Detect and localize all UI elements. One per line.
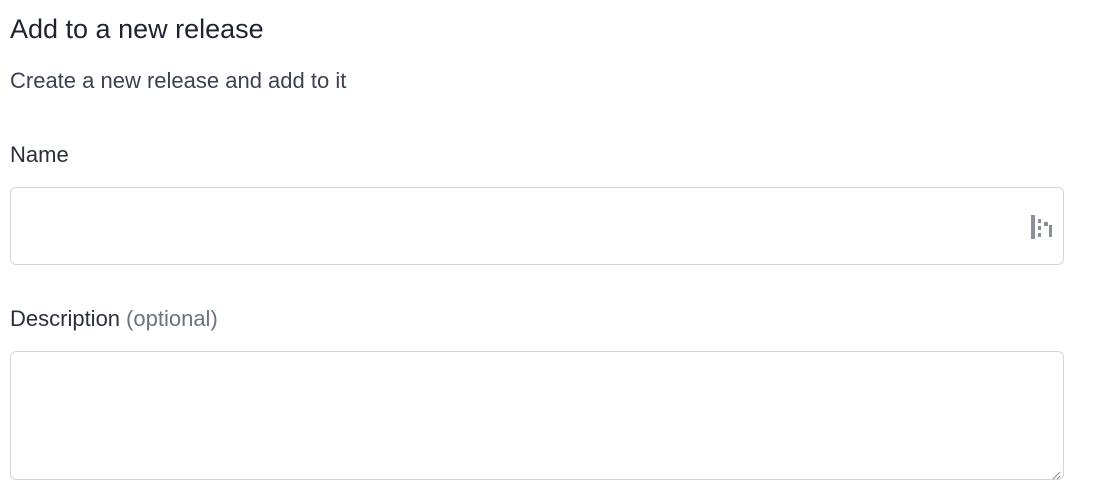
name-input[interactable] <box>10 187 1064 265</box>
dialog-title: Add to a new release <box>10 14 264 44</box>
optional-hint: (optional) <box>126 306 218 331</box>
description-textarea[interactable] <box>10 351 1064 480</box>
dialog-subtitle: Create a new release and add to it <box>10 68 347 93</box>
description-label-text: Description <box>10 306 121 331</box>
description-label: Description (optional) <box>10 304 218 334</box>
description-textarea-value[interactable] <box>25 352 1003 479</box>
resize-handle-icon[interactable] <box>1051 467 1061 480</box>
name-label-text: Name <box>10 142 69 167</box>
password-manager-icon[interactable] <box>1029 213 1055 241</box>
name-label: Name <box>10 140 69 170</box>
name-input-value[interactable] <box>25 188 1003 264</box>
